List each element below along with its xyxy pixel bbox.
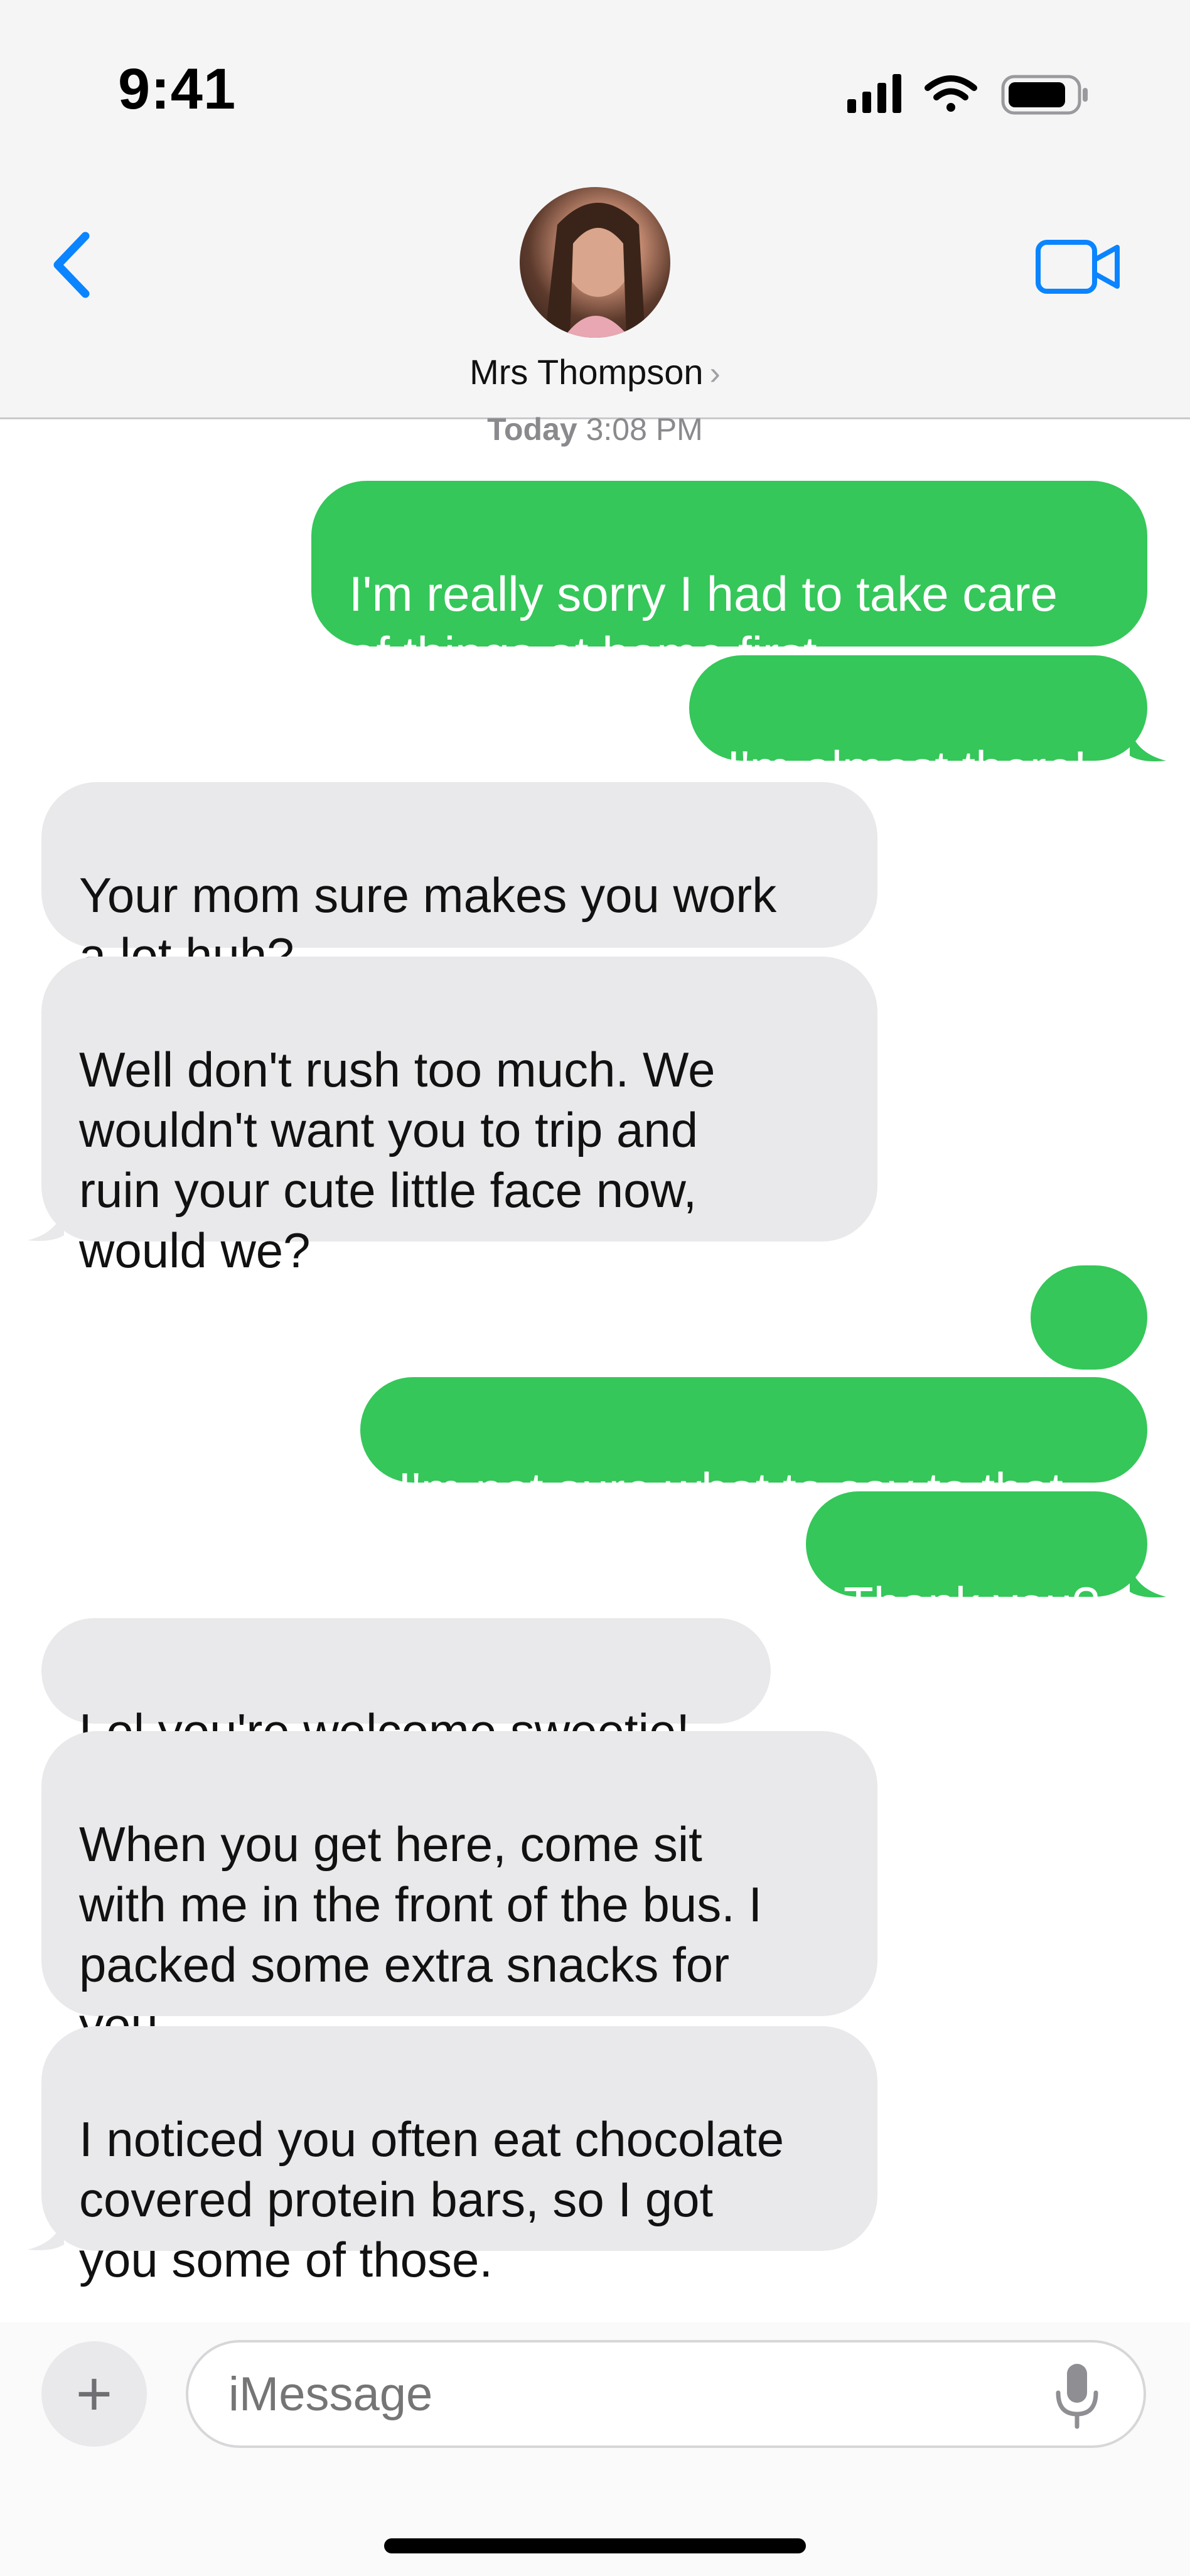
message-text: I noticed you often eat chocolate covere… bbox=[79, 2112, 785, 2287]
video-camera-icon bbox=[1036, 240, 1120, 294]
microphone-icon bbox=[1056, 2364, 1098, 2429]
status-time: 9:41 bbox=[118, 57, 237, 121]
plus-icon: + bbox=[75, 2359, 113, 2429]
chevron-right-icon: › bbox=[709, 355, 721, 392]
message-text: When you get here, come sit with me in t… bbox=[79, 1817, 763, 2053]
message-bubble-outgoing[interactable]: Thank you? bbox=[806, 1491, 1147, 1632]
dictation-button[interactable] bbox=[1052, 2361, 1102, 2430]
contact-name-button[interactable]: Mrs Thompson › bbox=[0, 352, 1190, 392]
battery-icon bbox=[1001, 75, 1088, 115]
back-button[interactable] bbox=[44, 227, 100, 303]
status-icons bbox=[847, 74, 1088, 115]
message-bubble-incoming[interactable]: Well don't rush too much. We wouldn't wa… bbox=[41, 957, 877, 1278]
message-bubble-outgoing[interactable]: I'm really sorry I had to take care of t… bbox=[311, 481, 1147, 682]
avatar-photo bbox=[545, 203, 645, 338]
bubble-tail-incoming bbox=[28, 2217, 64, 2250]
chevron-left-icon bbox=[53, 232, 90, 298]
bubble-tail-outgoing bbox=[1130, 728, 1166, 761]
message-input[interactable] bbox=[186, 2340, 1146, 2448]
message-text: Well don't rush too much. We wouldn't wa… bbox=[79, 1042, 716, 1278]
message-bubble-outgoing[interactable]: I'm almost there! bbox=[689, 655, 1147, 796]
thread-timestamp: Today 3:08 PM bbox=[0, 411, 1190, 448]
cellular-signal-icon bbox=[847, 74, 901, 113]
timestamp-day: Today bbox=[487, 412, 577, 447]
wifi-icon bbox=[925, 75, 977, 112]
bubble-tail-incoming bbox=[28, 1208, 64, 1241]
message-bubble-outgoing[interactable]: I'm not sure what to say to that bbox=[360, 1377, 1147, 1518]
home-indicator[interactable] bbox=[384, 2538, 806, 2553]
bubble-tail-outgoing bbox=[1130, 1564, 1166, 1597]
add-attachment-button[interactable]: + bbox=[41, 2341, 147, 2447]
message-bubble-incoming[interactable]: Lol you're welcome sweetie! bbox=[41, 1618, 771, 1759]
message-bubble-incoming[interactable]: I noticed you often eat chocolate covere… bbox=[41, 2026, 877, 2287]
facetime-video-button[interactable] bbox=[1034, 239, 1122, 295]
message-bubble-incoming[interactable]: When you get here, come sit with me in t… bbox=[41, 1731, 877, 2053]
timestamp-time: 3:08 PM bbox=[586, 412, 703, 447]
message-text: Thank you? bbox=[844, 1577, 1100, 1632]
message-bubble-incoming[interactable]: Your mom sure makes you work a lot huh? bbox=[41, 782, 877, 983]
conversation-header: 9:41 Mrs Thompson › bbox=[0, 0, 1190, 419]
contact-avatar[interactable] bbox=[520, 187, 670, 338]
message-bubble-outgoing[interactable]: ... bbox=[1031, 1265, 1147, 1406]
contact-name: Mrs Thompson bbox=[469, 352, 704, 392]
